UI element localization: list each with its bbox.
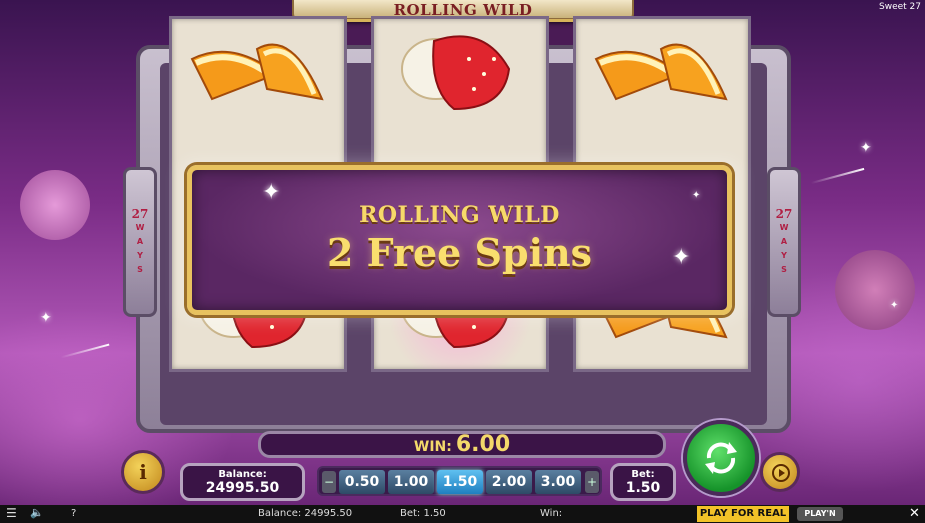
- bottom-status-bar: ☰ 🔈 ? Balance: 24995.50 Bet: 1.50 Win: P…: [0, 505, 925, 523]
- ways-count: 27: [775, 207, 793, 221]
- sparkle-icon: ✦: [262, 180, 281, 205]
- bet-selector: − 0.50 1.00 1.50 2.00 3.00 +: [317, 466, 602, 496]
- autoplay-button[interactable]: [760, 452, 800, 492]
- balance-label: Balance:: [218, 469, 267, 480]
- game-name-label: Sweet 27: [879, 2, 921, 12]
- banner-main-text: 2 Free Spins: [326, 230, 593, 275]
- info-button[interactable]: i: [121, 450, 165, 494]
- strawberry-cream-icon: [374, 19, 546, 131]
- banner-subtitle: ROLLING WILD: [359, 202, 560, 228]
- ways-plate-left: 27 W A Y S: [123, 167, 157, 317]
- ways-plate-right: 27 W A Y S: [767, 167, 801, 317]
- orange-slice-icon: [576, 19, 748, 131]
- sound-icon[interactable]: 🔈: [30, 506, 44, 519]
- bet-label: Bet:: [631, 469, 655, 480]
- sparkle-icon: ✦: [40, 310, 52, 326]
- orange-slice-icon: [172, 19, 344, 131]
- ways-count: 27: [131, 207, 149, 221]
- menu-icon[interactable]: ☰: [6, 506, 17, 520]
- bet-decrease-button[interactable]: −: [322, 471, 336, 493]
- status-balance: Balance: 24995.50: [258, 508, 353, 519]
- win-display: WIN: 6.00: [258, 431, 666, 458]
- sparkle-streak: [810, 167, 865, 185]
- play-for-real-button[interactable]: PLAY FOR REAL: [697, 506, 789, 522]
- balance-value: 24995.50: [205, 480, 280, 496]
- balance-display: Balance: 24995.50: [180, 463, 305, 501]
- bet-option-selected[interactable]: 1.50: [437, 470, 483, 494]
- help-icon[interactable]: ?: [71, 508, 76, 519]
- spin-button[interactable]: [683, 420, 759, 496]
- lollipop-decoration: [835, 250, 915, 330]
- sparkle-icon: ✦: [692, 190, 701, 201]
- sparkle-streak: [60, 343, 110, 359]
- sparkle-icon: ✦: [860, 140, 872, 156]
- lollipop-decoration: [20, 170, 90, 240]
- ways-label: W A Y S: [135, 223, 145, 274]
- bet-option[interactable]: 2.00: [486, 470, 532, 494]
- bet-increase-button[interactable]: +: [585, 471, 599, 493]
- close-icon[interactable]: ✕: [909, 506, 920, 521]
- ways-label: W A Y S: [779, 223, 789, 274]
- bet-option[interactable]: 0.50: [339, 470, 385, 494]
- bet-display: Bet: 1.50: [610, 463, 676, 501]
- spin-arrows-icon: [705, 442, 737, 474]
- win-value: 6.00: [455, 432, 511, 457]
- bet-value: 1.50: [625, 480, 661, 496]
- brand-logo: PLAY'N GO: [797, 507, 843, 521]
- bet-option[interactable]: 1.00: [388, 470, 434, 494]
- sparkle-icon: ✦: [672, 245, 691, 270]
- autoplay-icon: [772, 464, 790, 482]
- status-bet: Bet: 1.50: [400, 508, 446, 519]
- sparkle-icon: ✦: [890, 300, 899, 311]
- free-spins-banner: ✦ ✦ ✦ ROLLING WILD 2 Free Spins: [187, 165, 732, 315]
- bet-option[interactable]: 3.00: [535, 470, 581, 494]
- win-label: WIN:: [413, 439, 452, 455]
- status-win: Win:: [540, 508, 563, 519]
